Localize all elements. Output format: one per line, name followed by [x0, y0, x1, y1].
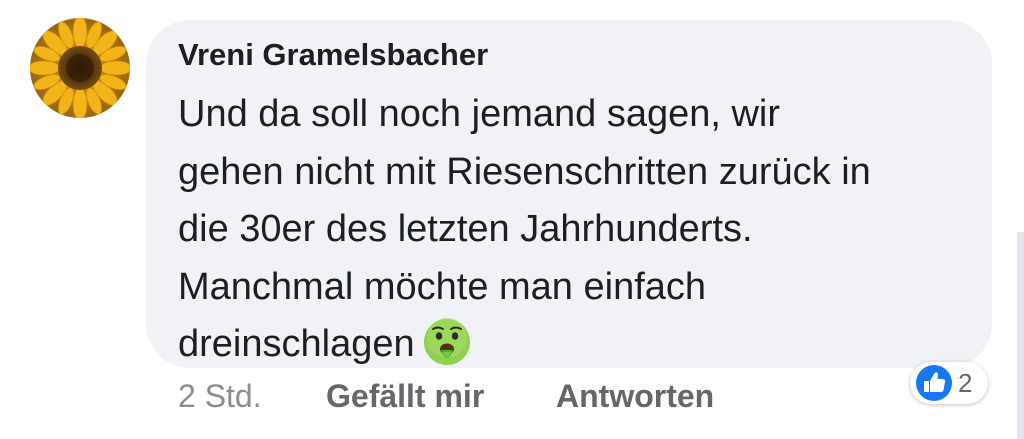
face-vomiting-emoji: [421, 316, 473, 368]
thumbs-up-icon: [916, 365, 952, 401]
comment-text-line: die 30er des letzten Jahrhunderts.: [178, 208, 753, 250]
comment-text-line: dreinschlagen: [178, 323, 415, 365]
comment-timestamp[interactable]: 2 Std.: [178, 378, 262, 415]
comment-text-line: Manchmal möchte man einfach: [178, 265, 707, 308]
reactions-summary[interactable]: 2: [910, 362, 988, 404]
comment-author-name[interactable]: Vreni Gramelsbacher: [178, 37, 488, 73]
scroll-edge: [1017, 232, 1024, 439]
comment-text: Und da soll noch jemand sagen, wir gehen…: [178, 86, 978, 374]
comment-text-line: gehen nicht mit Riesenschritten zurück i…: [178, 150, 871, 193]
reaction-count: 2: [958, 368, 973, 398]
sunflower-avatar-image: [30, 18, 130, 118]
comment-text-line: Und da soll noch jemand sagen, wir: [178, 93, 781, 135]
comment-thread: Vreni Gramelsbacher Und da soll noch jem…: [0, 0, 1024, 439]
like-button[interactable]: Gefällt mir: [326, 378, 484, 415]
reply-button[interactable]: Antworten: [556, 378, 714, 415]
comment-last-line: dreinschlagen: [178, 316, 978, 374]
avatar[interactable]: [30, 18, 130, 118]
